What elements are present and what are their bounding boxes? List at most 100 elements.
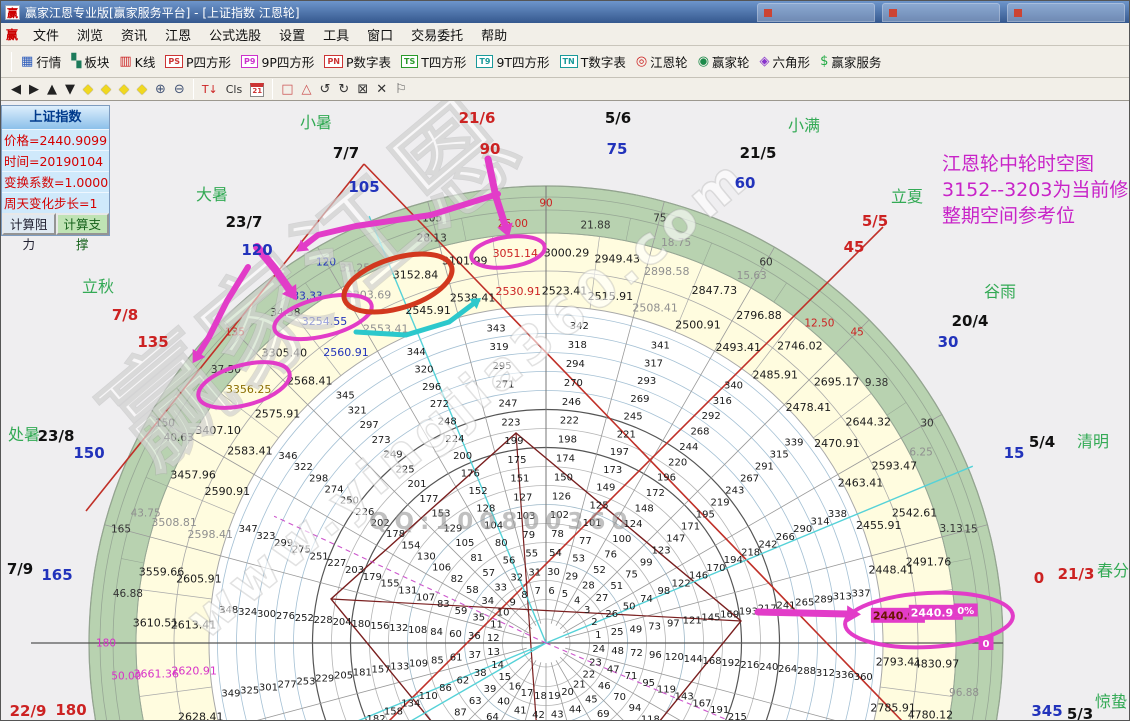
svg-text:196: 196	[657, 473, 676, 484]
price-field: 价格=2440.9099	[2, 129, 109, 150]
svg-text:245: 245	[624, 412, 643, 423]
svg-text:14: 14	[491, 660, 504, 671]
svg-text:165: 165	[41, 566, 72, 584]
menu-item-6[interactable]: 工具	[314, 23, 358, 46]
svg-text:5/5: 5/5	[862, 212, 888, 230]
toolbar-button-t-square[interactable]: TS T四方形	[396, 50, 471, 73]
svg-text:216: 216	[740, 660, 759, 671]
toolbar-button-gann-wheel[interactable]: ◎ 江恩轮	[631, 50, 693, 73]
svg-text:39: 39	[484, 684, 497, 695]
shift-right-icon[interactable]: ◆	[97, 79, 115, 100]
toolbar-button-p-number-table[interactable]: PN P数字表	[319, 50, 396, 73]
winner-wheel-icon: ◉	[697, 54, 710, 69]
cross-tool-icon[interactable]: ✕	[372, 79, 391, 100]
svg-text:40: 40	[497, 697, 510, 708]
rotate-cw-icon[interactable]: ↻	[334, 79, 353, 100]
menu-item-4[interactable]: 公式选股	[200, 23, 270, 46]
rotate-ccw-icon[interactable]: ↺	[316, 79, 335, 100]
svg-text:33: 33	[494, 583, 507, 594]
svg-text:181: 181	[353, 668, 372, 679]
menu-item-9[interactable]: 帮助	[472, 23, 516, 46]
svg-text:30: 30	[920, 418, 933, 430]
t-square-icon: TS	[401, 55, 419, 68]
svg-text:2785.91: 2785.91	[870, 701, 916, 714]
svg-text:146: 146	[689, 571, 708, 582]
background-window-tabs[interactable]	[757, 3, 1125, 22]
svg-text:194: 194	[724, 555, 743, 566]
svg-text:6.25: 6.25	[909, 446, 932, 458]
svg-text:120: 120	[665, 652, 684, 663]
toolbar-button-p-square[interactable]: PS P四方形	[160, 50, 236, 73]
toolbar-button-winner-service[interactable]: $ 赢家服务	[815, 50, 886, 73]
svg-text:32: 32	[510, 573, 523, 584]
svg-text:199: 199	[504, 436, 523, 447]
calc-resistance-button[interactable]: 计算阻力	[2, 213, 56, 252]
svg-text:316: 316	[713, 396, 732, 407]
svg-text:322: 322	[294, 462, 313, 473]
svg-text:200: 200	[453, 451, 472, 462]
toolbar-button-sectors[interactable]: ▚ 板块	[66, 50, 114, 73]
background-window-tab[interactable]	[882, 3, 1000, 22]
svg-text:10: 10	[497, 607, 510, 618]
note-line: 江恩轮中轮时空图	[942, 153, 1095, 175]
svg-text:170: 170	[706, 563, 725, 574]
toolbar-button-9t-square[interactable]: T9 9T四方形	[471, 50, 554, 73]
svg-text:1: 1	[595, 630, 601, 641]
pan-right-icon[interactable]: ▶	[25, 79, 43, 100]
shift-up-icon[interactable]: ◆	[115, 79, 133, 100]
tab-app-icon	[764, 9, 772, 17]
svg-text:270: 270	[564, 378, 583, 389]
svg-text:173: 173	[603, 465, 622, 476]
toolbar-button-quotes-table[interactable]: ▦ 行情	[16, 50, 66, 73]
svg-text:11: 11	[490, 620, 503, 631]
calc-support-button[interactable]: 计算支撑	[55, 213, 109, 252]
cls-button[interactable]: Cls	[222, 79, 246, 100]
svg-text:83: 83	[437, 599, 450, 610]
t-down-icon[interactable]: T↓	[198, 79, 222, 100]
menu-item-1[interactable]: 浏览	[68, 23, 112, 46]
svg-text:204: 204	[333, 617, 352, 628]
tilt-up-icon[interactable]: ▲	[43, 79, 61, 100]
flag-icon[interactable]: ⚐	[391, 79, 411, 100]
title-bar[interactable]: 赢 赢家江恩专业版[赢家服务平台] - [上证指数 江恩轮]	[1, 1, 1129, 23]
tilt-down-icon[interactable]: ▼	[61, 79, 79, 100]
menu-item-3[interactable]: 江恩	[156, 23, 200, 46]
menu-item-2[interactable]: 资讯	[112, 23, 156, 46]
shift-down-icon[interactable]: ◆	[133, 79, 151, 100]
svg-text:108: 108	[408, 625, 427, 636]
svg-text:59: 59	[455, 606, 468, 617]
rect-tool-icon[interactable]: □	[277, 79, 297, 100]
triangle-tool-icon[interactable]: △	[298, 79, 316, 100]
zoom-out-icon[interactable]: ⊖	[170, 79, 189, 100]
svg-text:2463.41: 2463.41	[838, 477, 884, 490]
menu-item-0[interactable]: 文件	[24, 23, 68, 46]
toolbar-button-t-number-table[interactable]: TN T数字表	[555, 50, 631, 73]
svg-text:15.63: 15.63	[737, 270, 767, 282]
toolbar-button-kline[interactable]: ▥ K线	[114, 50, 160, 73]
svg-text:203: 203	[345, 565, 364, 576]
toolbar-button-hexagon[interactable]: ◈ 六角形	[755, 50, 816, 73]
menu-item-8[interactable]: 交易委托	[402, 23, 472, 46]
svg-text:167: 167	[692, 698, 711, 709]
background-window-tab[interactable]	[1007, 3, 1125, 22]
pan-left-icon[interactable]: ◀	[7, 79, 25, 100]
calendar-icon[interactable]: 21	[246, 79, 268, 100]
menu-item-5[interactable]: 设置	[270, 23, 314, 46]
svg-text:76: 76	[604, 550, 617, 561]
svg-text:2542.61: 2542.61	[892, 506, 938, 519]
note-line: 3152--3203为当前修	[942, 179, 1129, 201]
close-box-icon[interactable]: ⊠	[353, 79, 372, 100]
svg-text:313: 313	[833, 592, 852, 603]
toolbar-button-winner-wheel[interactable]: ◉ 赢家轮	[693, 50, 755, 73]
svg-text:171: 171	[681, 521, 700, 532]
background-window-tab[interactable]	[757, 3, 875, 22]
menu-item-7[interactable]: 窗口	[358, 23, 402, 46]
svg-text:21: 21	[573, 680, 586, 691]
svg-text:121: 121	[683, 615, 702, 626]
9t-square-icon: T9	[476, 55, 494, 68]
toolbar-button-9p-square[interactable]: P9 9P四方形	[236, 50, 319, 73]
shift-left-icon[interactable]: ◆	[79, 79, 97, 100]
svg-text:2628.41: 2628.41	[178, 710, 224, 721]
zoom-in-icon[interactable]: ⊕	[151, 79, 170, 100]
toolbar-label: T数字表	[580, 55, 626, 70]
